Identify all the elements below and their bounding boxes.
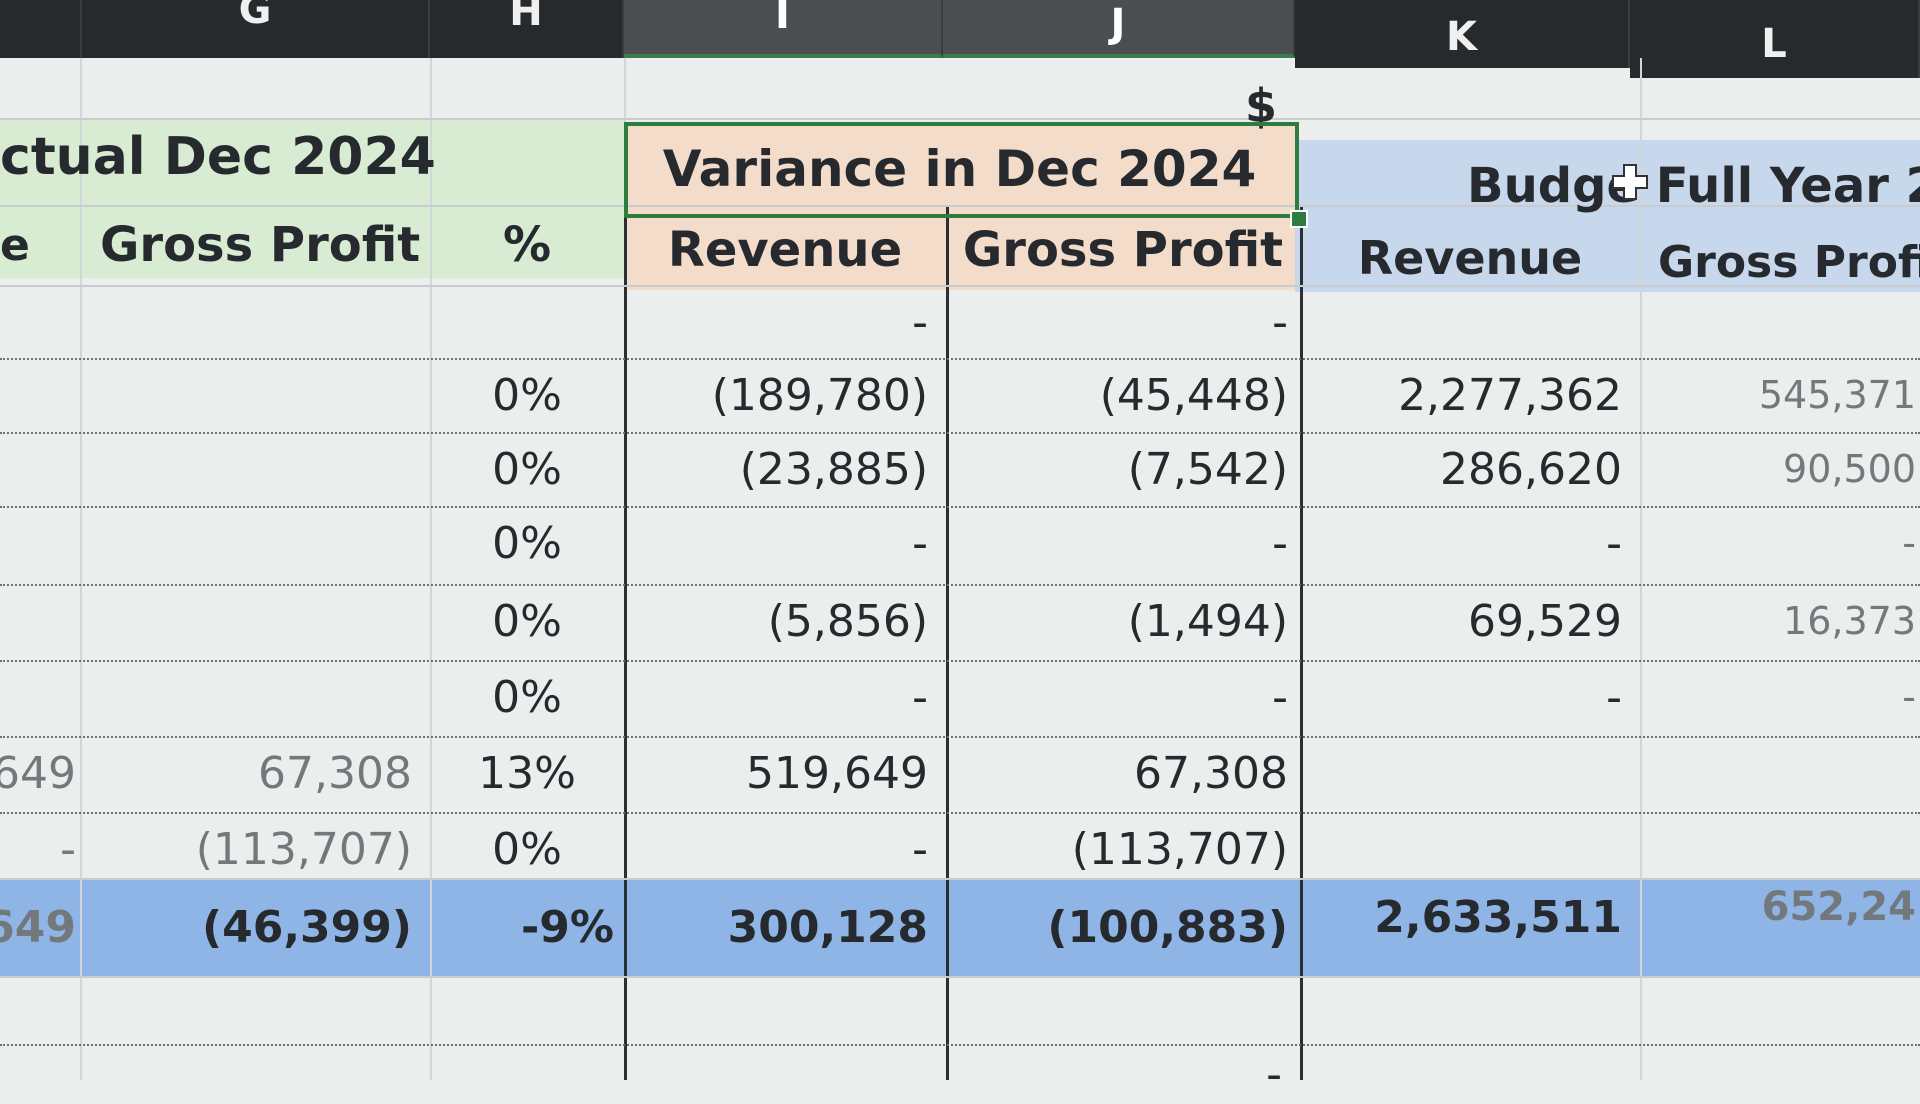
actual-group-title[interactable]: ctual Dec 2024 [0, 118, 624, 196]
table-cell-i[interactable]: - [624, 812, 946, 886]
table-cell-k[interactable]: 69,529 [1300, 584, 1640, 658]
total-revenue-budget[interactable]: 2,633,511 [1300, 868, 1640, 966]
trailing-cell-j[interactable]: - [946, 1044, 1300, 1104]
table-cell-j[interactable]: - [946, 506, 1300, 580]
total-revenue-variance[interactable]: 300,128 [624, 878, 946, 976]
column-header-l[interactable]: L [1630, 0, 1920, 78]
table-cell-h[interactable]: 0% [430, 584, 624, 658]
table-cell-i[interactable]: (5,856) [624, 584, 946, 658]
table-cell-g[interactable]: (113,707) [82, 812, 430, 886]
table-cell-f[interactable] [0, 506, 80, 580]
table-cell-i[interactable]: 519,649 [624, 736, 946, 810]
cell-selection[interactable] [624, 122, 1299, 218]
table-cell-l[interactable] [1640, 285, 1920, 359]
table-cell-g[interactable] [82, 660, 430, 734]
plus-cursor-icon [1612, 164, 1648, 200]
table-cell-l[interactable]: 90,500 [1640, 432, 1920, 506]
table-cell-i[interactable]: - [624, 660, 946, 734]
column-header-j[interactable]: J [943, 0, 1295, 58]
table-cell-h[interactable] [430, 285, 624, 359]
column-header-g[interactable]: G [82, 0, 430, 58]
table-cell-l[interactable]: 545,371 [1640, 358, 1920, 432]
column-header-f[interactable] [0, 0, 82, 58]
table-cell-f[interactable] [0, 358, 80, 432]
header-f: e [0, 219, 30, 271]
table-cell-g[interactable] [82, 285, 430, 359]
header-percent: % [502, 217, 552, 273]
table-cell-l[interactable]: - [1640, 660, 1920, 734]
budget-group-title[interactable]: Budge Full Year 202 [1295, 145, 1920, 227]
table-cell-j[interactable]: (113,707) [946, 812, 1300, 886]
column-header-k[interactable]: K [1295, 0, 1630, 68]
table-cell-f[interactable]: 649 [0, 736, 80, 810]
table-cell-j[interactable]: (1,494) [946, 584, 1300, 658]
table-cell-f[interactable] [0, 432, 80, 506]
table-cell-i[interactable]: - [624, 285, 946, 359]
table-cell-j[interactable]: 67,308 [946, 736, 1300, 810]
table-cell-h[interactable]: 0% [430, 358, 624, 432]
table-cell-h[interactable]: 0% [430, 812, 624, 886]
spreadsheet-grid: G H I J K L $ ctual Dec 2024 Variance in… [0, 0, 1920, 1100]
header-gross-profit-actual: Gross Profit [100, 217, 421, 273]
table-cell-k[interactable]: 2,277,362 [1300, 358, 1640, 432]
table-cell-h[interactable]: 0% [430, 432, 624, 506]
table-cell-f[interactable]: - [0, 812, 80, 886]
total-gross-profit-budget[interactable]: 652,24 [1640, 858, 1920, 956]
table-cell-h[interactable]: 13% [430, 736, 624, 810]
table-cell-j[interactable]: - [946, 660, 1300, 734]
table-cell-g[interactable] [82, 432, 430, 506]
table-cell-h[interactable]: 0% [430, 506, 624, 580]
table-cell-l[interactable] [1640, 736, 1920, 810]
header-revenue-variance: Revenue [667, 222, 903, 278]
total-cell-f[interactable]: 649 [0, 878, 80, 976]
table-cell-f[interactable] [0, 285, 80, 359]
table-cell-i[interactable]: - [624, 506, 946, 580]
grid-line [0, 976, 1920, 978]
table-cell-i[interactable]: (189,780) [624, 358, 946, 432]
table-cell-j[interactable]: - [946, 285, 1300, 359]
table-cell-l[interactable]: - [1640, 506, 1920, 580]
table-cell-k[interactable] [1300, 736, 1640, 810]
table-cell-k[interactable]: 286,620 [1300, 432, 1640, 506]
table-cell-l[interactable]: 16,373 [1640, 584, 1920, 658]
total-gross-profit-actual[interactable]: (46,399) [82, 878, 430, 976]
table-cell-g[interactable] [82, 584, 430, 658]
header-gross-profit-variance: Gross Profit [962, 222, 1284, 278]
table-cell-k[interactable] [1300, 285, 1640, 359]
total-gross-profit-variance[interactable]: (100,883) [946, 878, 1300, 976]
total-percent[interactable]: -9% [430, 878, 624, 976]
table-cell-h[interactable]: 0% [430, 660, 624, 734]
table-cell-g[interactable] [82, 506, 430, 580]
table-cell-g[interactable]: 67,308 [82, 736, 430, 810]
column-header-i[interactable]: I [624, 0, 943, 58]
table-cell-k[interactable]: - [1300, 506, 1640, 580]
table-cell-i[interactable]: (23,885) [624, 432, 946, 506]
table-cell-j[interactable]: (45,448) [946, 358, 1300, 432]
table-cell-k[interactable]: - [1300, 660, 1640, 734]
table-cell-f[interactable] [0, 660, 80, 734]
table-cell-f[interactable] [0, 584, 80, 658]
table-cell-j[interactable]: (7,542) [946, 432, 1300, 506]
column-header-h[interactable]: H [430, 0, 624, 58]
table-cell-g[interactable] [82, 358, 430, 432]
